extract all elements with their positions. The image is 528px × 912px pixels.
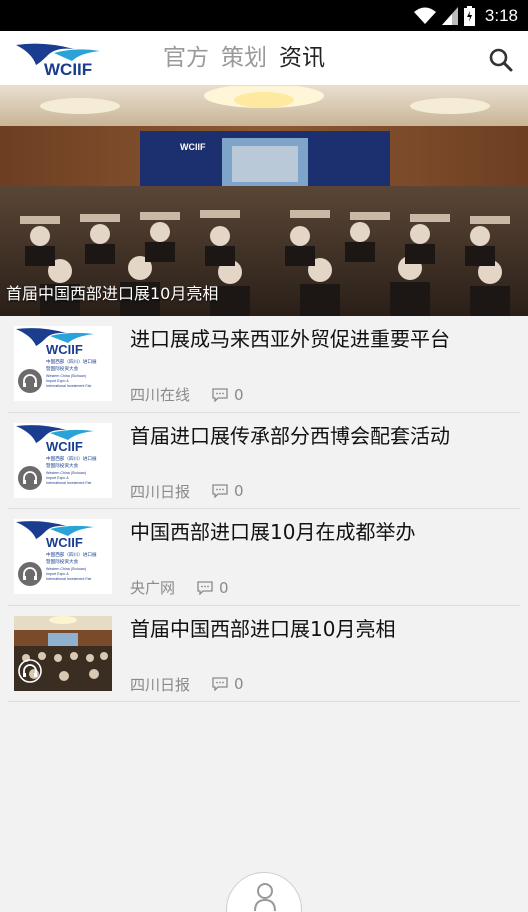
svg-text:中国西部（四川）进口展: 中国西部（四川）进口展: [46, 358, 97, 365]
news-title: 首届进口展传承部分西博会配套活动: [130, 423, 450, 448]
news-thumbnail: WCIIF 中国西部（四川）进口展 暨国际投资大会 Western China …: [14, 422, 112, 498]
news-source: 央广网: [130, 579, 176, 597]
svg-text:中国西部（四川）进口展: 中国西部（四川）进口展: [46, 551, 97, 558]
svg-text:WCIIF: WCIIF: [46, 342, 83, 357]
comment-icon: [197, 580, 213, 595]
tab-official[interactable]: 官方: [163, 43, 209, 73]
tab-news[interactable]: 资讯: [279, 43, 325, 73]
svg-text:International Investment Fair: International Investment Fair: [46, 577, 92, 581]
svg-text:暨国际投资大会: 暨国际投资大会: [46, 365, 79, 372]
svg-text:暨国际投资大会: 暨国际投资大会: [46, 462, 79, 469]
news-meta: 四川日报 0: [130, 674, 244, 695]
comment-icon: [212, 387, 228, 402]
news-list: WCIIF 中国西部（四川）进口展 暨国际投资大会 Western China …: [0, 316, 528, 702]
news-title: 中国西部进口展10月在成都举办: [130, 520, 416, 544]
tab-planning[interactable]: 策划: [221, 43, 267, 73]
screen-logo-text: WCIIF: [180, 142, 206, 152]
status-icons: 3:18: [413, 4, 518, 28]
news-item[interactable]: 首届中国西部进口展10月亮相 四川日报 0: [8, 606, 520, 702]
news-meta: 四川在线 0: [130, 384, 244, 405]
comment-count: 0: [234, 385, 244, 404]
svg-text:WCIIF: WCIIF: [46, 439, 83, 454]
headphones-icon[interactable]: [18, 562, 42, 586]
wciif-logo[interactable]: WCIIF: [14, 41, 106, 79]
user-icon: [254, 883, 276, 912]
battery-icon: [463, 6, 475, 26]
news-title: 首届中国西部进口展10月亮相: [130, 616, 396, 641]
wifi-icon: [413, 7, 436, 24]
svg-text:Western China (Sichuan): Western China (Sichuan): [46, 374, 86, 378]
svg-text:Western China (Sichuan): Western China (Sichuan): [46, 471, 86, 475]
comment-icon: [212, 677, 228, 691]
search-icon[interactable]: [488, 47, 514, 73]
news-title: 进口展成马来西亚外贸促进重要平台: [130, 327, 450, 351]
headphones-icon[interactable]: [18, 465, 42, 490]
news-thumbnail: [14, 615, 112, 691]
svg-text:WCIIF: WCIIF: [46, 535, 83, 550]
headphones-icon[interactable]: [18, 658, 42, 683]
comment-count: 0: [234, 675, 244, 693]
news-source: 四川日报: [130, 675, 191, 694]
svg-text:Western China (Sichuan): Western China (Sichuan): [46, 567, 86, 571]
svg-text:International Investment Fair: International Investment Fair: [46, 481, 92, 485]
news-source: 四川日报: [130, 482, 191, 501]
comment-count: 0: [234, 482, 244, 500]
category-tabs: 官方 策划 资讯: [163, 43, 325, 73]
status-time: 3:18: [484, 6, 518, 25]
logo-text: WCIIF: [44, 60, 92, 79]
news-item[interactable]: WCIIF 中国西部（四川）进口展 暨国际投资大会 Western China …: [8, 316, 520, 413]
news-meta: 央广网 0: [130, 577, 229, 598]
svg-text:Import Expo &: Import Expo &: [46, 379, 69, 383]
svg-text:International Investment Fair: International Investment Fair: [46, 384, 92, 388]
app-header: WCIIF 官方 策划 资讯: [0, 31, 528, 86]
signal-icon: [441, 7, 458, 25]
news-thumbnail: WCIIF 中国西部（四川）进口展 暨国际投资大会 Western China …: [14, 519, 112, 594]
news-item[interactable]: WCIIF 中国西部（四川）进口展 暨国际投资大会 Western China …: [8, 509, 520, 606]
news-item[interactable]: WCIIF 中国西部（四川）进口展 暨国际投资大会 Western China …: [8, 413, 520, 509]
headphones-icon[interactable]: [18, 369, 42, 393]
svg-text:Import Expo &: Import Expo &: [46, 572, 69, 576]
svg-text:Import Expo &: Import Expo &: [46, 476, 69, 480]
news-source: 四川在线: [130, 386, 191, 404]
news-thumbnail: WCIIF 中国西部（四川）进口展 暨国际投资大会 Western China …: [14, 326, 112, 401]
status-bar: 3:18: [0, 0, 528, 31]
banner-caption: 首届中国西部进口展10月亮相: [6, 284, 219, 303]
comment-icon: [212, 484, 228, 498]
featured-banner[interactable]: WCIIF 首届中国西部进口展10月亮相: [0, 86, 528, 316]
user-profile-button[interactable]: [226, 872, 302, 912]
comment-count: 0: [219, 578, 229, 597]
svg-text:中国西部（四川）进口展: 中国西部（四川）进口展: [46, 455, 97, 462]
svg-text:暨国际投资大会: 暨国际投资大会: [46, 558, 79, 565]
news-meta: 四川日报 0: [130, 481, 244, 502]
